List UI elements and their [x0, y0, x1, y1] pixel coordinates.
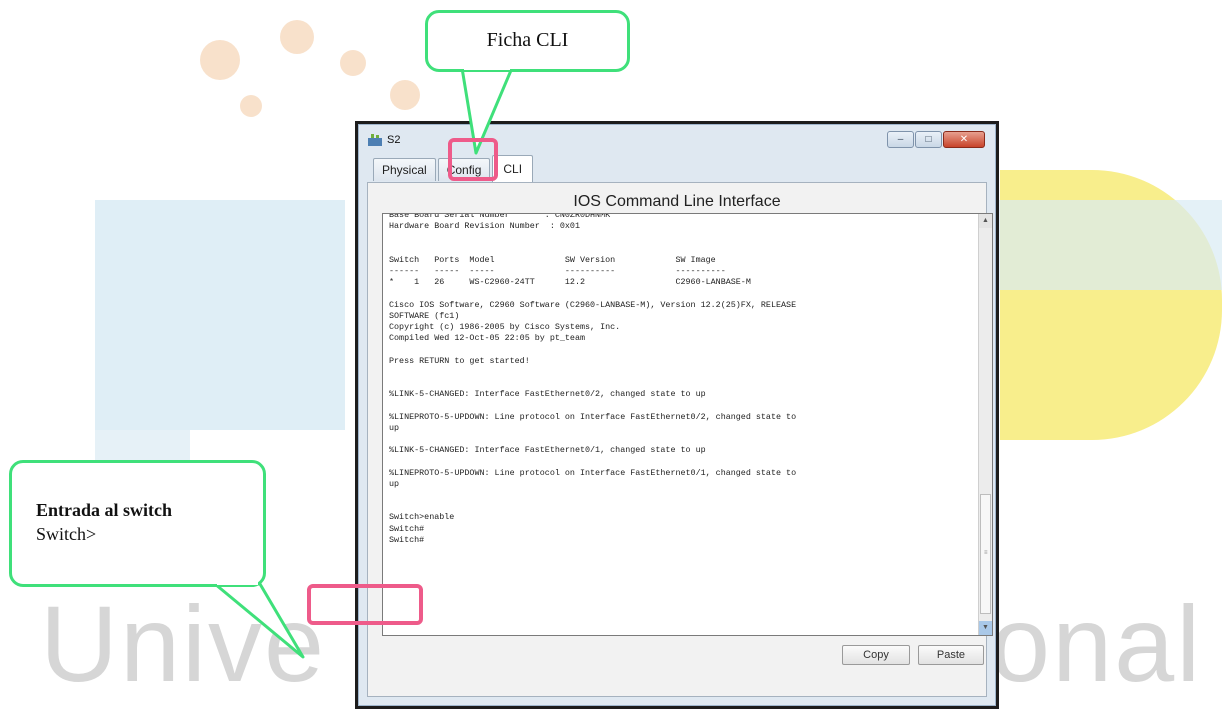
highlight-config-tab — [448, 138, 498, 181]
left-pointer-join — [217, 579, 258, 585]
top-pointer-join — [464, 64, 510, 70]
highlight-switch-prompt — [307, 584, 423, 625]
pointer-joins — [217, 64, 510, 585]
